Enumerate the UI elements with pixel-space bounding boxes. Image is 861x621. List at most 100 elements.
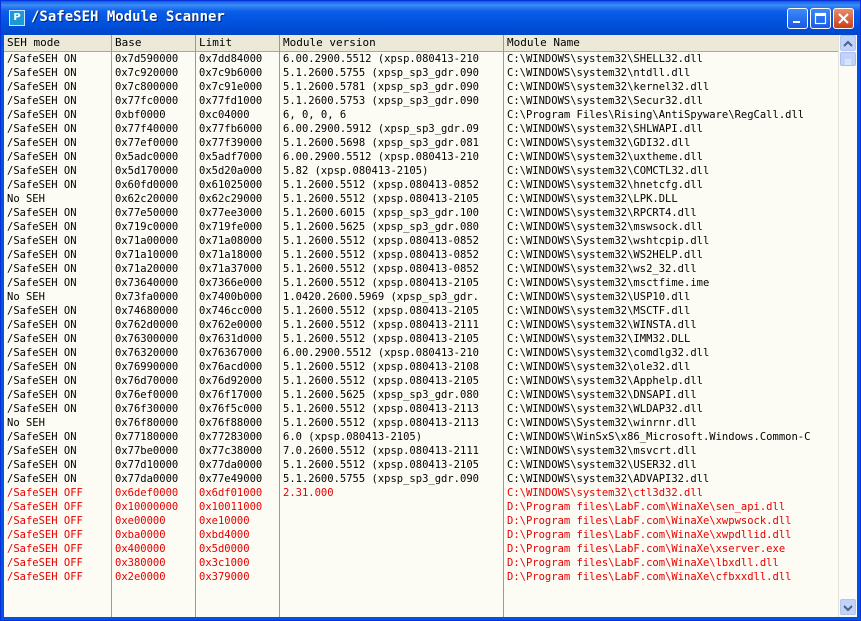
cell-seh-mode: /SafeSEH ON (7, 137, 77, 149)
table-row[interactable]: /SafeSEH ON 0x77d10000 0x77da0000 5.1.2600.… (4, 458, 838, 472)
table-row[interactable]: /SafeSEH ON 0x719c0000 0x719fe000 5.1.2600.… (4, 220, 838, 234)
table-row[interactable]: /SafeSEH OFF 0x380000 0x3c1000 D:\Program f… (4, 556, 838, 570)
table-row[interactable]: /SafeSEH ON 0x73640000 0x7366e000 5.1.2600.… (4, 276, 838, 290)
column-header-limit[interactable]: Limit (196, 35, 280, 51)
cell-base: 0x7d590000 (115, 53, 179, 65)
scroll-up-button[interactable] (840, 35, 856, 51)
table-row[interactable]: /SafeSEH ON 0x77e50000 0x77ee3000 5.1.2600.… (4, 206, 838, 220)
vertical-scrollbar[interactable] (838, 35, 857, 617)
table-row[interactable]: /SafeSEH ON 0x77be0000 0x77c38000 7.0.2600.… (4, 444, 838, 458)
column-header-module-name[interactable]: Module Name (504, 35, 838, 51)
cell-module-version: 5.1.2600.5512 (xpsp.080413-2111 (283, 319, 479, 331)
table-row[interactable]: /SafeSEH ON 0x71a20000 0x71a37000 5.1.2600.… (4, 262, 838, 276)
cell-module-version: 5.1.2600.5512 (xpsp.080413-0852 (283, 249, 479, 261)
cell-seh-mode: /SafeSEH ON (7, 95, 77, 107)
cell-module-version: 6.00.2900.5512 (xpsp.080413-210 (283, 53, 479, 65)
table-row[interactable]: /SafeSEH ON 0x71a10000 0x71a18000 5.1.2600.… (4, 248, 838, 262)
cell-limit: 0x7366e000 (199, 277, 263, 289)
cell-limit: 0x77fd1000 (199, 95, 263, 107)
table-row[interactable]: /SafeSEH OFF 0x2e0000 0x379000 D:\Program f… (4, 570, 838, 584)
table-row[interactable]: /SafeSEH ON 0x7c920000 0x7c9b6000 5.1.2600.… (4, 66, 838, 80)
column-header-module-version[interactable]: Module version (280, 35, 504, 51)
cell-seh-mode: /SafeSEH OFF (7, 501, 83, 513)
table-row[interactable]: /SafeSEH ON 0x77ef0000 0x77f39000 5.1.2600.… (4, 136, 838, 150)
cell-base: 0x76320000 (115, 347, 179, 359)
table-row[interactable]: /SafeSEH ON 0x76300000 0x7631d000 5.1.2600.… (4, 332, 838, 346)
cell-seh-mode: /SafeSEH OFF (7, 557, 83, 569)
table-row[interactable]: /SafeSEH ON 0x7c800000 0x7c91e000 5.1.2600.… (4, 80, 838, 94)
table-row[interactable]: /SafeSEH OFF 0x400000 0x5d0000 D:\Program f… (4, 542, 838, 556)
cell-base: 0x77e50000 (115, 207, 179, 219)
cell-limit: 0x762e0000 (199, 319, 263, 331)
table-row[interactable]: /SafeSEH OFF 0x10000000 0x10011000 D:\Progr… (4, 500, 838, 514)
scroll-thumb[interactable] (840, 52, 856, 66)
table-row[interactable]: /SafeSEH ON 0x76320000 0x76367000 6.00.2900… (4, 346, 838, 360)
cell-module-version: 5.1.2600.5755 (xpsp_sp3_gdr.090 (283, 67, 479, 79)
cell-module-name: C:\WINDOWS\system32\USER32.dll (507, 459, 697, 471)
table-row[interactable]: No SEH 0x62c20000 0x62c29000 5.1.2600.5512 … (4, 192, 838, 206)
cell-limit: 0x719fe000 (199, 221, 263, 233)
maximize-button[interactable] (810, 8, 831, 29)
table-row[interactable]: /SafeSEH ON 0x7d590000 0x7dd84000 6.00.2900… (4, 52, 838, 66)
cell-seh-mode: /SafeSEH ON (7, 165, 77, 177)
cell-module-version: 5.1.2600.5512 (xpsp.080413-2105 (283, 459, 479, 471)
table-row[interactable]: /SafeSEH ON 0x77da0000 0x77e49000 5.1.2600.… (4, 472, 838, 486)
cell-limit: 0x77f39000 (199, 137, 263, 149)
close-button[interactable] (833, 8, 854, 29)
cell-module-name: C:\WINDOWS\WinSxS\x86_Microsoft.Windows.… (507, 431, 811, 443)
table-row[interactable]: /SafeSEH ON 0x762d0000 0x762e0000 5.1.2600.… (4, 318, 838, 332)
cell-module-version: 5.1.2600.5512 (xpsp.080413-2108 (283, 361, 479, 373)
cell-limit: 0x77da0000 (199, 459, 263, 471)
scroll-down-button[interactable] (840, 599, 856, 615)
table-row[interactable]: /SafeSEH ON 0xbf0000 0xc04000 6, 0, 0, 6 C:\… (4, 108, 838, 122)
cell-limit: 0x76f5c000 (199, 403, 263, 415)
table-row[interactable]: /SafeSEH ON 0x76d70000 0x76d92000 5.1.2600.… (4, 374, 838, 388)
cell-module-version: 5.1.2600.5512 (xpsp.080413-2113 (283, 417, 479, 429)
table-row[interactable]: /SafeSEH ON 0x74680000 0x746cc000 5.1.2600.… (4, 304, 838, 318)
table-row[interactable]: /SafeSEH ON 0x76990000 0x76acd000 5.1.2600.… (4, 360, 838, 374)
table-row[interactable]: /SafeSEH ON 0x77f40000 0x77fb6000 6.00.2900… (4, 122, 838, 136)
table-row[interactable]: /SafeSEH ON 0x77180000 0x77283000 6.0 (xpsp… (4, 430, 838, 444)
cell-limit: 0x76f88000 (199, 417, 263, 429)
column-header-seh-mode[interactable]: SEH mode (4, 35, 112, 51)
cell-module-version (280, 556, 503, 570)
cell-seh-mode: /SafeSEH ON (7, 123, 77, 135)
table-row[interactable]: /SafeSEH ON 0x71a00000 0x71a08000 5.1.2600.… (4, 234, 838, 248)
close-icon (838, 13, 849, 24)
cell-module-version: 5.1.2600.5753 (xpsp_sp3_gdr.090 (283, 95, 479, 107)
cell-limit: 0xe10000 (199, 515, 250, 527)
cell-seh-mode: /SafeSEH ON (7, 53, 77, 65)
title-bar[interactable]: P /SafeSEH Module Scanner (1, 1, 860, 35)
table-row[interactable]: /SafeSEH ON 0x77fc0000 0x77fd1000 5.1.2600.… (4, 94, 838, 108)
table-row[interactable]: /SafeSEH OFF 0x6def0000 0x6df01000 2.31.000… (4, 486, 838, 500)
cell-module-version: 5.1.2600.5512 (xpsp.080413-0852 (283, 179, 479, 191)
cell-base: 0x77ef0000 (115, 137, 179, 149)
cell-module-version: 5.1.2600.5512 (xpsp.080413-2105 (283, 375, 479, 387)
minimize-button[interactable] (787, 8, 808, 29)
cell-seh-mode: /SafeSEH ON (7, 431, 77, 443)
table-row[interactable]: /SafeSEH ON 0x5adc0000 0x5adf7000 6.00.2900… (4, 150, 838, 164)
cell-limit: 0x7dd84000 (199, 53, 263, 65)
cell-module-version: 5.1.2600.5781 (xpsp_sp3_gdr.090 (283, 81, 479, 93)
cell-module-version: 6.00.2900.5512 (xpsp.080413-210 (283, 347, 479, 359)
table-row[interactable]: /SafeSEH OFF 0xba0000 0xbd4000 D:\Program f… (4, 528, 838, 542)
table-row[interactable]: No SEH 0x73fa0000 0x7400b000 1.0420.2600.59… (4, 290, 838, 304)
cell-module-version: 1.0420.2600.5969 (xpsp_sp3_gdr. (283, 291, 479, 303)
cell-limit: 0x77c38000 (199, 445, 263, 457)
module-list[interactable]: SEH mode Base Limit Module version Modul… (4, 35, 857, 617)
cell-limit: 0x7631d000 (199, 333, 263, 345)
window-title: /SafeSEH Module Scanner (31, 9, 225, 25)
cell-limit: 0x71a18000 (199, 249, 263, 261)
cell-seh-mode: No SEH (7, 417, 45, 429)
table-row[interactable]: /SafeSEH ON 0x76f30000 0x76f5c000 5.1.2600.… (4, 402, 838, 416)
cell-base: 0x73fa0000 (115, 291, 179, 303)
cell-module-version: 6, 0, 0, 6 (283, 109, 347, 121)
cell-module-name: C:\WINDOWS\system32\LPK.DLL (507, 193, 678, 205)
cell-base: 0x400000 (115, 543, 166, 555)
column-header-base[interactable]: Base (112, 35, 196, 51)
table-row[interactable]: /SafeSEH ON 0x5d170000 0x5d20a000 5.82 (xps… (4, 164, 838, 178)
table-row[interactable]: /SafeSEH ON 0x60fd0000 0x61025000 5.1.2600.… (4, 178, 838, 192)
table-row[interactable]: /SafeSEH OFF 0xe00000 0xe10000 D:\Program f… (4, 514, 838, 528)
table-row[interactable]: /SafeSEH ON 0x76ef0000 0x76f17000 5.1.2600.… (4, 388, 838, 402)
table-row[interactable]: No SEH 0x76f80000 0x76f88000 5.1.2600.5512 … (4, 416, 838, 430)
